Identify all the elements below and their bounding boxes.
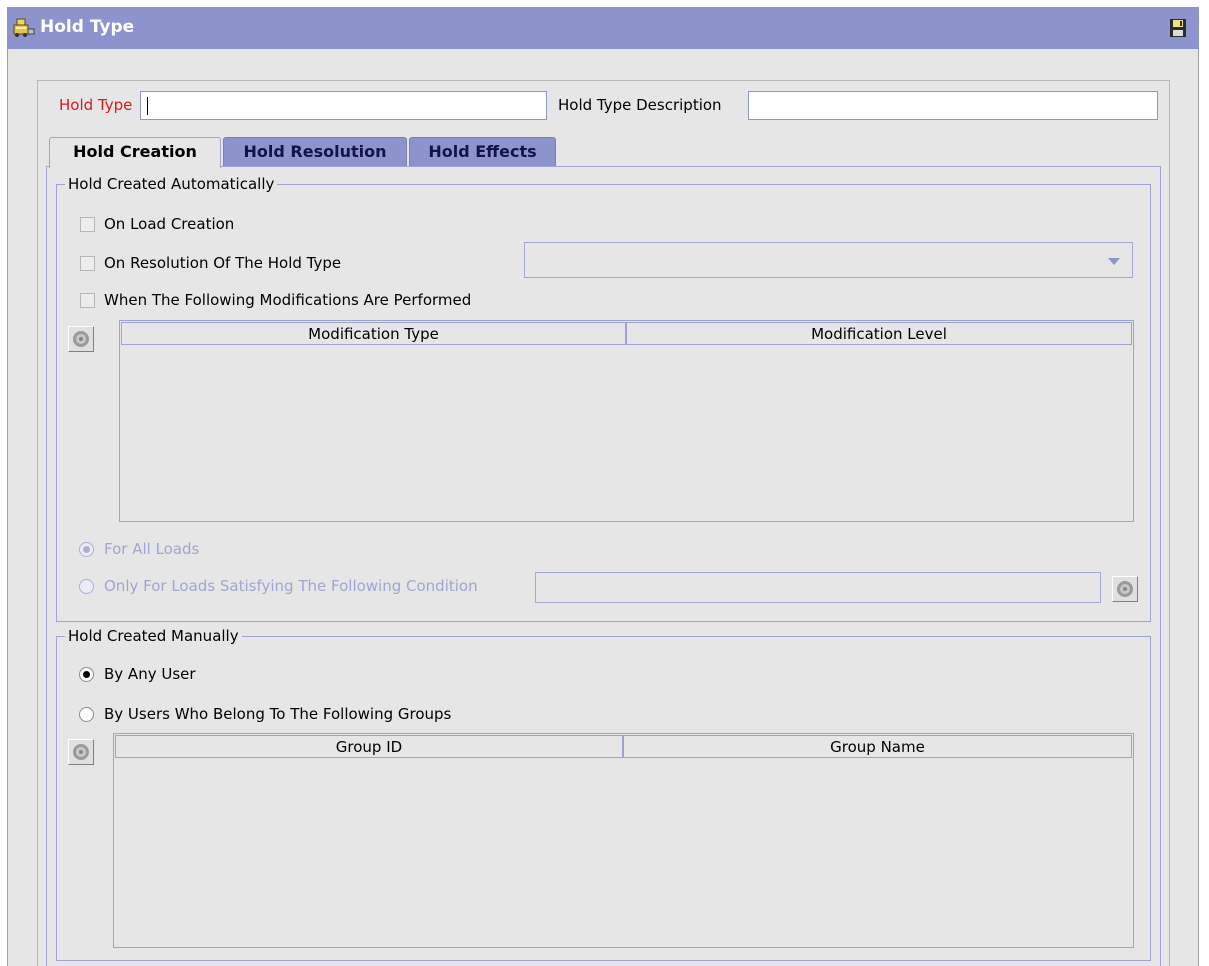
by-any-user-radio[interactable] (79, 667, 94, 682)
text-cursor (147, 97, 148, 115)
window-title: Hold Type (40, 17, 135, 37)
modifications-lookup-button[interactable] (68, 326, 94, 352)
condition-lookup-button[interactable] (1112, 576, 1138, 602)
groups-lookup-button[interactable] (68, 739, 94, 765)
only-for-loads-radio[interactable] (79, 579, 94, 594)
on-resolution-label: On Resolution Of The Hold Type (104, 254, 342, 272)
tab-hold-effects[interactable]: Hold Effects (409, 137, 556, 167)
hold-type-input[interactable] (140, 91, 547, 120)
tab-hold-resolution[interactable]: Hold Resolution (223, 137, 407, 167)
by-users-in-groups-radio[interactable] (79, 707, 94, 722)
title-bar: Hold Type (7, 7, 1199, 49)
on-load-creation-checkbox[interactable] (80, 217, 95, 232)
window: Hold Type Hold Type Hold Type Descriptio… (0, 0, 1209, 966)
tab-hold-creation[interactable]: Hold Creation (49, 137, 221, 168)
for-all-loads-radio[interactable] (79, 542, 94, 557)
hold-created-automatically-title: Hold Created Automatically (65, 175, 278, 193)
gear-icon (73, 331, 89, 347)
table-header-modification-type[interactable]: Modification Type (121, 322, 626, 345)
hold-type-description-input[interactable] (748, 91, 1158, 120)
only-for-loads-label: Only For Loads Satisfying The Following … (104, 577, 478, 595)
gear-icon (73, 744, 89, 760)
groups-table: Group ID Group Name (113, 733, 1134, 948)
by-users-in-groups-label: By Users Who Belong To The Following Gro… (104, 705, 452, 723)
table-header-group-name[interactable]: Group Name (623, 735, 1132, 758)
on-load-creation-label: On Load Creation (104, 215, 235, 233)
by-any-user-label: By Any User (104, 665, 196, 683)
modifications-table: Modification Type Modification Level (119, 320, 1134, 522)
hold-type-icon (13, 18, 35, 38)
table-header-group-id[interactable]: Group ID (115, 735, 623, 758)
hold-type-label: Hold Type (59, 96, 133, 114)
when-modifications-checkbox[interactable] (80, 293, 95, 308)
hold-type-description-label: Hold Type Description (558, 96, 722, 114)
hold-created-manually-title: Hold Created Manually (65, 627, 242, 645)
on-resolution-checkbox[interactable] (80, 256, 95, 271)
table-header-modification-level[interactable]: Modification Level (626, 322, 1132, 345)
when-modifications-label: When The Following Modifications Are Per… (104, 291, 472, 309)
hold-type-dropdown[interactable] (524, 242, 1133, 278)
condition-input[interactable] (535, 572, 1101, 603)
save-icon[interactable] (1169, 18, 1187, 38)
for-all-loads-label: For All Loads (104, 540, 200, 558)
gear-icon (1117, 581, 1133, 597)
chevron-down-icon (1108, 258, 1120, 265)
